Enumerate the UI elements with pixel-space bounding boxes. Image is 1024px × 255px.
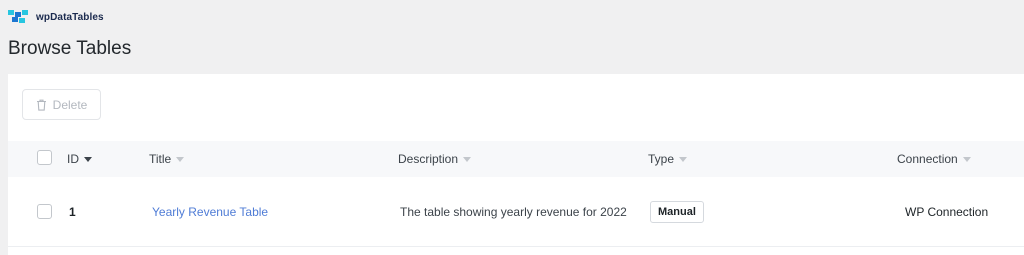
wpdatatables-logo-icon: [8, 10, 28, 23]
column-header-title[interactable]: Title: [149, 141, 185, 177]
column-header-label: Description: [398, 152, 459, 166]
sort-desc-icon: [84, 156, 92, 162]
row-description-cell: The table showing yearly revenue for 202…: [400, 177, 640, 246]
row-checkbox[interactable]: [37, 204, 52, 219]
type-badge: Manual: [650, 200, 704, 223]
column-header-description[interactable]: Description: [398, 141, 472, 177]
column-header-label: Title: [149, 152, 172, 166]
column-header-label: Type: [648, 152, 675, 166]
sort-caret-icon: [679, 156, 688, 162]
brand-name: wpDataTables: [36, 11, 104, 23]
column-header-label: Connection: [897, 152, 958, 166]
row-connection: WP Connection: [905, 204, 989, 219]
row-type-cell: Manual: [650, 177, 704, 246]
column-header-type[interactable]: Type: [648, 141, 688, 177]
table-title-link[interactable]: Yearly Revenue Table: [152, 205, 268, 219]
select-all-checkbox[interactable]: [37, 150, 52, 165]
delete-button-label: Delete: [52, 97, 88, 112]
delete-button[interactable]: Delete: [22, 89, 101, 120]
row-title-cell: Yearly Revenue Table: [152, 177, 268, 246]
column-header-connection[interactable]: Connection: [897, 141, 971, 177]
column-header-label: ID: [67, 152, 79, 166]
trash-icon: [36, 99, 46, 111]
page-title: Browse Tables: [8, 38, 132, 59]
brand-header: wpDataTables: [8, 10, 104, 24]
row-connection-cell: WP Connection: [905, 177, 988, 246]
row-description: The table showing yearly revenue for 202…: [400, 204, 627, 219]
column-header-id[interactable]: ID: [67, 141, 92, 177]
sort-caret-icon: [176, 156, 185, 162]
sort-caret-icon: [962, 156, 971, 162]
row-id-cell: 1: [69, 177, 76, 246]
table-header-row: ID Title Description Type Connection: [8, 141, 1024, 177]
tables-panel: Delete ID Title Description Type Connect…: [8, 74, 1024, 255]
sort-caret-icon: [463, 156, 472, 162]
row-id: 1: [69, 204, 76, 219]
table-row[interactable]: 1 Yearly Revenue Table The table showing…: [8, 177, 1024, 247]
